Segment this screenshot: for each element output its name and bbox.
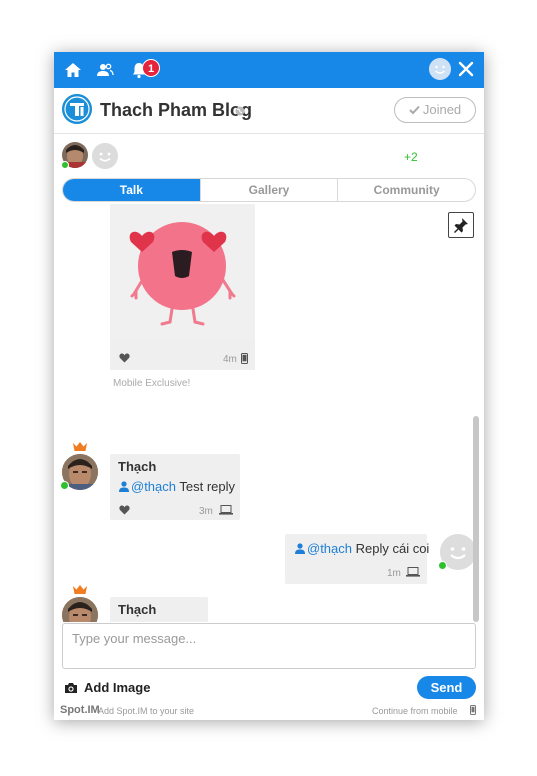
heart-eyes-emoji-image[interactable] [110, 204, 255, 340]
message-composer [62, 623, 476, 669]
pin-button[interactable] [448, 212, 474, 238]
mobile-exclusive-note: Mobile Exclusive! [113, 378, 191, 389]
desktop-device-icon [406, 567, 420, 577]
top-bar: 1 [54, 52, 484, 88]
close-icon[interactable] [457, 60, 475, 78]
message-timestamp: 4m [223, 354, 237, 365]
mention-link[interactable]: @thạch [307, 541, 352, 556]
pin-icon [454, 218, 468, 233]
profile-smiley-icon[interactable] [429, 58, 451, 80]
add-image-label: Add Image [84, 680, 151, 695]
tab-talk[interactable]: Talk [63, 179, 201, 201]
image-message: 4m [110, 204, 255, 370]
tab-community[interactable]: Community [338, 179, 475, 201]
message-bubble: Thạch @thạch Test reply 3m [110, 454, 240, 520]
mobile-device-icon [241, 353, 248, 364]
like-heart-icon[interactable] [119, 353, 130, 363]
continue-from-mobile-link[interactable]: Continue from mobile [372, 706, 458, 716]
tab-gallery[interactable]: Gallery [201, 179, 339, 201]
online-indicator [61, 161, 69, 169]
message-timestamp: 1m [387, 568, 401, 579]
desktop-device-icon [219, 505, 233, 515]
user-icon [295, 543, 305, 554]
online-users-bar: +2 [54, 134, 484, 176]
message-bubble: Thạch pham2hehe 1m [110, 597, 208, 622]
camera-icon [65, 683, 77, 693]
avatar[interactable] [62, 597, 98, 622]
own-message-bubble: @thạch Reply cái coi 1m [285, 534, 429, 584]
mobile-device-icon [470, 705, 476, 715]
chat-widget: 1 Thach Pham Blog Joined +2 Talk Gallery… [54, 52, 484, 720]
message-text: @thạch Test reply [119, 479, 235, 494]
globe-icon [235, 106, 245, 116]
blog-logo-icon [62, 94, 92, 124]
crown-icon [73, 442, 87, 451]
like-heart-icon[interactable] [119, 505, 130, 515]
message-body: Reply cái coi [355, 541, 430, 556]
user-icon [119, 481, 129, 492]
home-icon[interactable] [64, 61, 82, 79]
checkmark-icon [409, 105, 420, 115]
message-text: @thạch Reply cái coi [295, 541, 429, 556]
mention-link[interactable]: @thạch [131, 479, 176, 494]
message-author[interactable]: Thạch [118, 459, 156, 474]
send-button[interactable]: Send [417, 676, 476, 699]
add-spotim-link[interactable]: Add Spot.IM to your site [98, 706, 194, 716]
message-timestamp: 3m [199, 506, 213, 517]
widget-footer: Spot.IM Add Spot.IM to your site Continu… [54, 702, 484, 720]
message-list[interactable]: 4m Mobile Exclusive! Thạch @thạch Test r… [54, 204, 484, 622]
joined-label: Joined [422, 102, 462, 117]
message-body: Test reply [179, 479, 236, 494]
users-icon[interactable] [96, 61, 114, 79]
page-title: Thach Pham Blog [100, 100, 253, 120]
online-indicator [60, 481, 69, 490]
message-author[interactable]: Thạch [118, 602, 156, 617]
joined-button[interactable]: Joined [394, 97, 476, 123]
more-users-count[interactable]: +2 [404, 150, 418, 164]
notification-badge: 1 [142, 59, 160, 77]
message-input[interactable] [63, 624, 475, 668]
message-scrollbar[interactable] [473, 416, 479, 622]
online-indicator [438, 561, 447, 570]
blog-header: Thach Pham Blog Joined [54, 88, 484, 134]
smiley-icon[interactable] [92, 143, 118, 169]
crown-icon [73, 585, 87, 594]
tab-bar: Talk Gallery Community [62, 178, 476, 202]
spotim-logo[interactable]: Spot.IM [60, 704, 100, 716]
